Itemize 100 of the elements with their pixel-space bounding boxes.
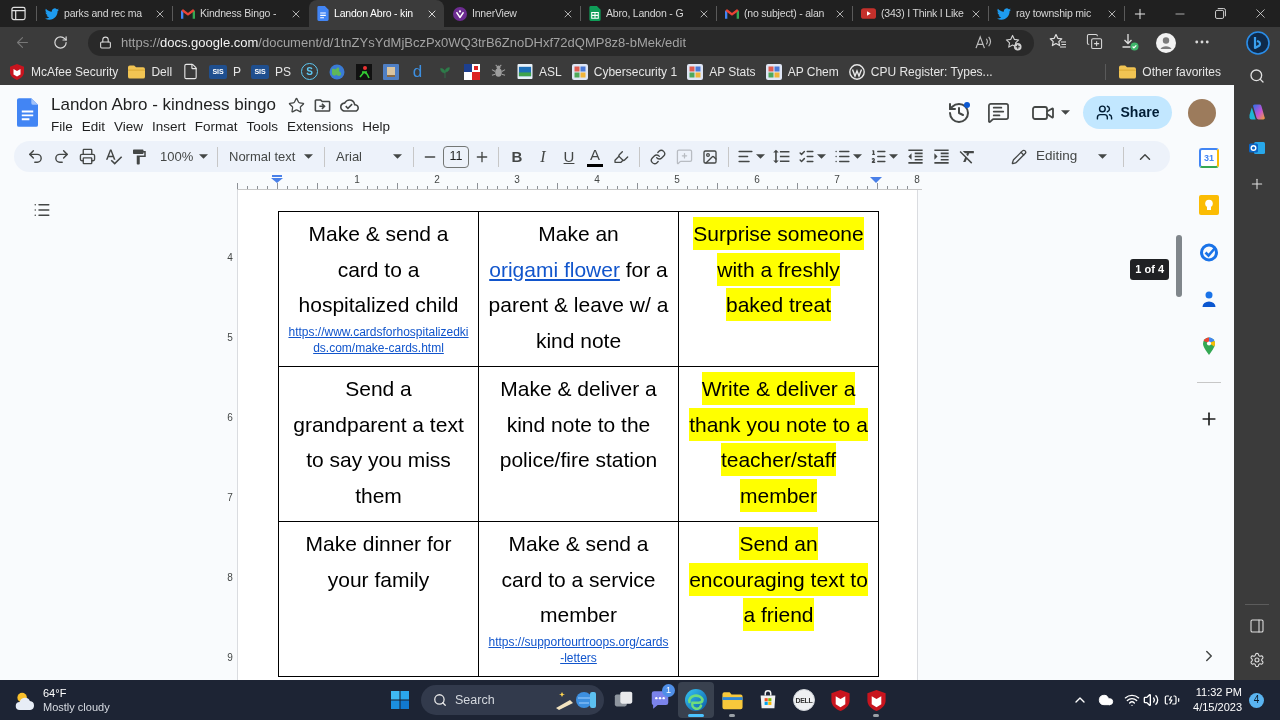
- menu-item[interactable]: Format: [190, 117, 242, 137]
- decrease-indent-icon[interactable]: [905, 147, 925, 166]
- align-left-icon[interactable]: [737, 148, 754, 165]
- checklist-icon[interactable]: [798, 148, 815, 165]
- menu-item[interactable]: Edit: [77, 117, 110, 137]
- globe-icon[interactable]: [328, 63, 345, 80]
- link[interactable]: origami flower: [489, 257, 620, 281]
- bulleted-list-icon[interactable]: [834, 148, 851, 165]
- menu-item[interactable]: Extensions: [283, 117, 358, 137]
- browser-tab[interactable]: ray township mic: [989, 0, 1124, 27]
- figure-icon[interactable]: [355, 63, 372, 80]
- favorite-link[interactable]: ASL: [512, 60, 567, 83]
- favorite-link[interactable]: AP Stats: [682, 60, 761, 83]
- sidebar-panel-icon[interactable]: [1249, 618, 1265, 634]
- calendar-icon[interactable]: 31: [1199, 148, 1219, 168]
- menu-item[interactable]: Insert: [148, 117, 190, 137]
- menu-item[interactable]: Tools: [242, 117, 283, 137]
- browser-tab[interactable]: Kindness Bingo -: [173, 0, 308, 27]
- settings-icon[interactable]: [1249, 652, 1265, 668]
- start-icon[interactable]: [391, 691, 409, 709]
- browser-tab[interactable]: parks and rec ma: [37, 0, 172, 27]
- favorites-icon[interactable]: [1049, 32, 1067, 49]
- caret-icon[interactable]: [304, 154, 313, 159]
- browser-tab[interactable]: (no subject) - alan: [717, 0, 852, 27]
- caret-icon[interactable]: [393, 154, 402, 159]
- browser-tab[interactable]: Landon Abro - kin: [309, 0, 444, 27]
- add-favorite-icon[interactable]: [1005, 34, 1022, 51]
- line-spacing-icon[interactable]: [771, 147, 791, 166]
- paint-format-icon[interactable]: [130, 147, 148, 166]
- bug-icon[interactable]: [491, 64, 507, 79]
- star-icon[interactable]: [287, 96, 305, 114]
- editing-mode-dropdown[interactable]: Editing: [1003, 142, 1115, 171]
- caret-icon[interactable]: [817, 154, 826, 159]
- refresh-icon[interactable]: [52, 35, 68, 50]
- clock[interactable]: 11:32 PM 4/15/2023: [1193, 685, 1242, 715]
- browser-tab[interactable]: Abro, Landon - G: [581, 0, 716, 27]
- battery-icon[interactable]: [1163, 692, 1182, 708]
- favorite-link[interactable]: AP Chem: [760, 60, 844, 83]
- mail-app-icon[interactable]: [1249, 140, 1265, 156]
- increase-indent-icon[interactable]: [931, 147, 951, 166]
- caret-icon[interactable]: [756, 154, 765, 159]
- favorite-link[interactable]: Cybersecurity 1: [566, 60, 683, 83]
- caret-icon[interactable]: [889, 154, 898, 159]
- spellcheck-icon[interactable]: [103, 147, 123, 166]
- bold-button[interactable]: B: [504, 143, 530, 170]
- profile-icon[interactable]: [1156, 32, 1176, 53]
- collections-icon[interactable]: [1085, 32, 1103, 50]
- link-icon[interactable]: [650, 148, 666, 165]
- indent-marker-icon[interactable]: [271, 175, 283, 183]
- scrollbar-thumb[interactable]: [1176, 235, 1182, 297]
- restore-icon[interactable]: [1214, 8, 1226, 19]
- taskbar-button[interactable]: [678, 682, 714, 718]
- zoom-dropdown[interactable]: 100%: [156, 143, 212, 170]
- caret-icon[interactable]: [199, 154, 208, 159]
- caret-icon[interactable]: [1061, 110, 1070, 115]
- undo-icon[interactable]: [26, 148, 44, 165]
- font-dropdown[interactable]: Arial: [330, 143, 408, 170]
- tab-actions-icon[interactable]: [10, 6, 26, 21]
- link[interactable]: https://supportourtroops.org/cards-letters: [487, 633, 670, 666]
- document-title[interactable]: Landon Abro - kindness bingo: [51, 93, 276, 117]
- text-color-button[interactable]: A: [582, 143, 608, 170]
- wifi-icon[interactable]: [1124, 692, 1141, 708]
- caret-icon[interactable]: [853, 154, 862, 159]
- tasks-icon[interactable]: [1199, 242, 1219, 262]
- avatar[interactable]: [1188, 98, 1216, 127]
- caret-icon[interactable]: [1098, 154, 1107, 159]
- print-icon[interactable]: [78, 148, 96, 165]
- swirl-logo-icon[interactable]: [1249, 104, 1265, 120]
- notification-count[interactable]: 4: [1249, 692, 1264, 708]
- underline-button[interactable]: U: [556, 143, 582, 170]
- cloud-icon[interactable]: [1098, 692, 1115, 708]
- chat-logo-icon[interactable]: [1246, 30, 1270, 55]
- downloads-icon[interactable]: [1121, 32, 1139, 51]
- favorite-link[interactable]: McAfee Security: [4, 60, 124, 83]
- highlighter-icon[interactable]: [613, 148, 629, 165]
- font-size-field[interactable]: 11: [443, 145, 469, 168]
- favorite-link[interactable]: Dell: [123, 60, 178, 83]
- browser-tab[interactable]: (343) I Think I Like: [853, 0, 988, 27]
- speaker-icon[interactable]: [1143, 692, 1160, 708]
- address-field[interactable]: https://docs.google.com/document/d/1tnZYsYdMjBczPx0WQ3trB6ZnoDHxf72dQMP8z8-bMek/edit: [88, 29, 1034, 56]
- share-button[interactable]: Share: [1083, 96, 1172, 129]
- page-icon[interactable]: [182, 63, 200, 80]
- comment-icon[interactable]: [987, 101, 1010, 124]
- indent-marker-icon[interactable]: [870, 177, 882, 183]
- favorite-link[interactable]: CPU Register: Types...: [843, 60, 998, 83]
- style-dropdown[interactable]: Normal text: [223, 143, 319, 170]
- flag-icon[interactable]: [463, 63, 480, 80]
- outline-icon[interactable]: [33, 201, 51, 219]
- italic-button[interactable]: I: [530, 143, 556, 170]
- menu-item[interactable]: View: [110, 117, 148, 137]
- document-logo-icon[interactable]: [17, 98, 38, 127]
- image-icon[interactable]: [702, 148, 718, 165]
- search-icon[interactable]: [1249, 68, 1265, 84]
- favorite-folder[interactable]: Other favorites: [1114, 60, 1226, 83]
- browser-tab[interactable]: InnerView: [445, 0, 580, 27]
- read-aloud-icon[interactable]: [975, 35, 992, 50]
- numbered-list-icon[interactable]: [870, 148, 887, 165]
- search-field[interactable]: Search: [421, 685, 604, 715]
- add-icon[interactable]: [1249, 176, 1265, 192]
- history-icon[interactable]: [947, 100, 971, 125]
